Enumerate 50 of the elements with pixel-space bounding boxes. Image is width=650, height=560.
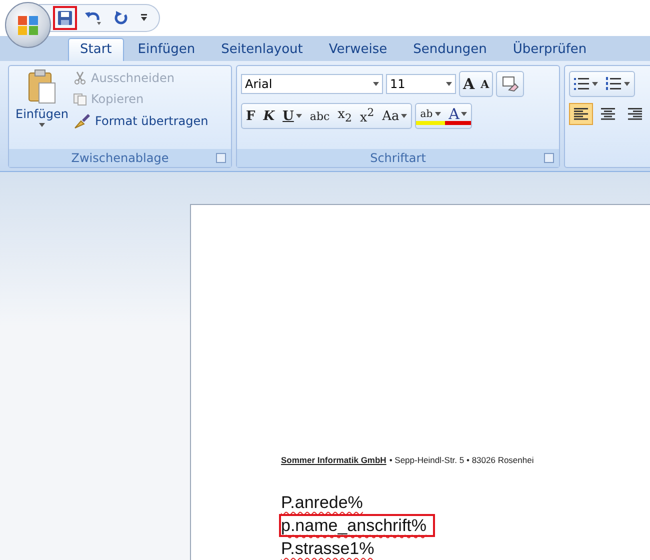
ribbon-tab[interactable]: Überprüfen	[500, 38, 599, 62]
format-button[interactable]: U	[278, 105, 306, 128]
format-button[interactable]: A	[444, 107, 472, 126]
company-address: • Sepp-Heindl-Str. 5 • 83026 Rosenhei	[389, 455, 534, 465]
brush-button[interactable]: Format übertragen	[71, 111, 210, 132]
copy-icon	[73, 92, 87, 106]
format-button[interactable]: K	[259, 105, 279, 128]
clipboard-icon	[27, 69, 57, 106]
caret-icon	[39, 123, 45, 128]
office-logo-icon	[16, 13, 40, 37]
caret-icon	[624, 82, 630, 86]
font-name-field[interactable]: Arial	[241, 74, 383, 94]
placeholder-field-text: p.name_anschrift%	[279, 514, 435, 537]
clear-format-button[interactable]	[496, 71, 524, 98]
align-left-icon	[573, 107, 589, 122]
caret-icon	[592, 82, 598, 86]
caret-icon	[373, 82, 379, 86]
group-label: Schriftart	[370, 151, 426, 165]
ribbon-tab[interactable]: Start	[68, 38, 124, 62]
paintbrush-icon	[73, 113, 91, 130]
align-button[interactable]	[569, 103, 593, 126]
save-button[interactable]	[53, 6, 77, 30]
redo-icon	[113, 10, 129, 26]
format-button[interactable]: F	[242, 105, 260, 128]
ribbon-tab[interactable]: Sendungen	[401, 38, 499, 62]
undo-icon	[84, 10, 102, 26]
format-button[interactable]: x$_{2}$	[334, 105, 356, 128]
format-button[interactable]: ab	[416, 107, 445, 126]
eraser-icon	[501, 75, 520, 94]
ribbon-tab[interactable]: Seitenlayout	[209, 38, 315, 62]
grow-font-button[interactable]: A	[460, 73, 478, 96]
placeholder-field-text: P.strasse1%	[280, 538, 376, 560]
dropdown-icon	[140, 13, 148, 23]
bullet-list-icon	[574, 77, 590, 92]
placeholder-field-text: P.anrede%	[280, 492, 364, 514]
align-center-icon	[600, 107, 616, 122]
shrink-font-button[interactable]: A	[478, 73, 492, 96]
scissors-icon	[73, 71, 87, 86]
format-button[interactable]: x$^{2}$	[356, 105, 378, 128]
align-right-icon	[627, 107, 643, 122]
numbered-list-icon	[606, 77, 622, 92]
company-name: Sommer Informatik GmbH	[281, 455, 386, 465]
group-label: Zwischenablage	[71, 151, 169, 165]
ribbon-tab[interactable]: Verweise	[316, 38, 400, 62]
caret-icon	[446, 82, 452, 86]
font-size-field[interactable]: 11	[386, 74, 456, 94]
format-button[interactable]: abc	[306, 105, 334, 128]
ribbon-tab[interactable]: Einfügen	[126, 38, 208, 62]
format-button[interactable]: Aa	[378, 105, 412, 128]
paste-button[interactable]: Einfügen	[13, 69, 71, 146]
